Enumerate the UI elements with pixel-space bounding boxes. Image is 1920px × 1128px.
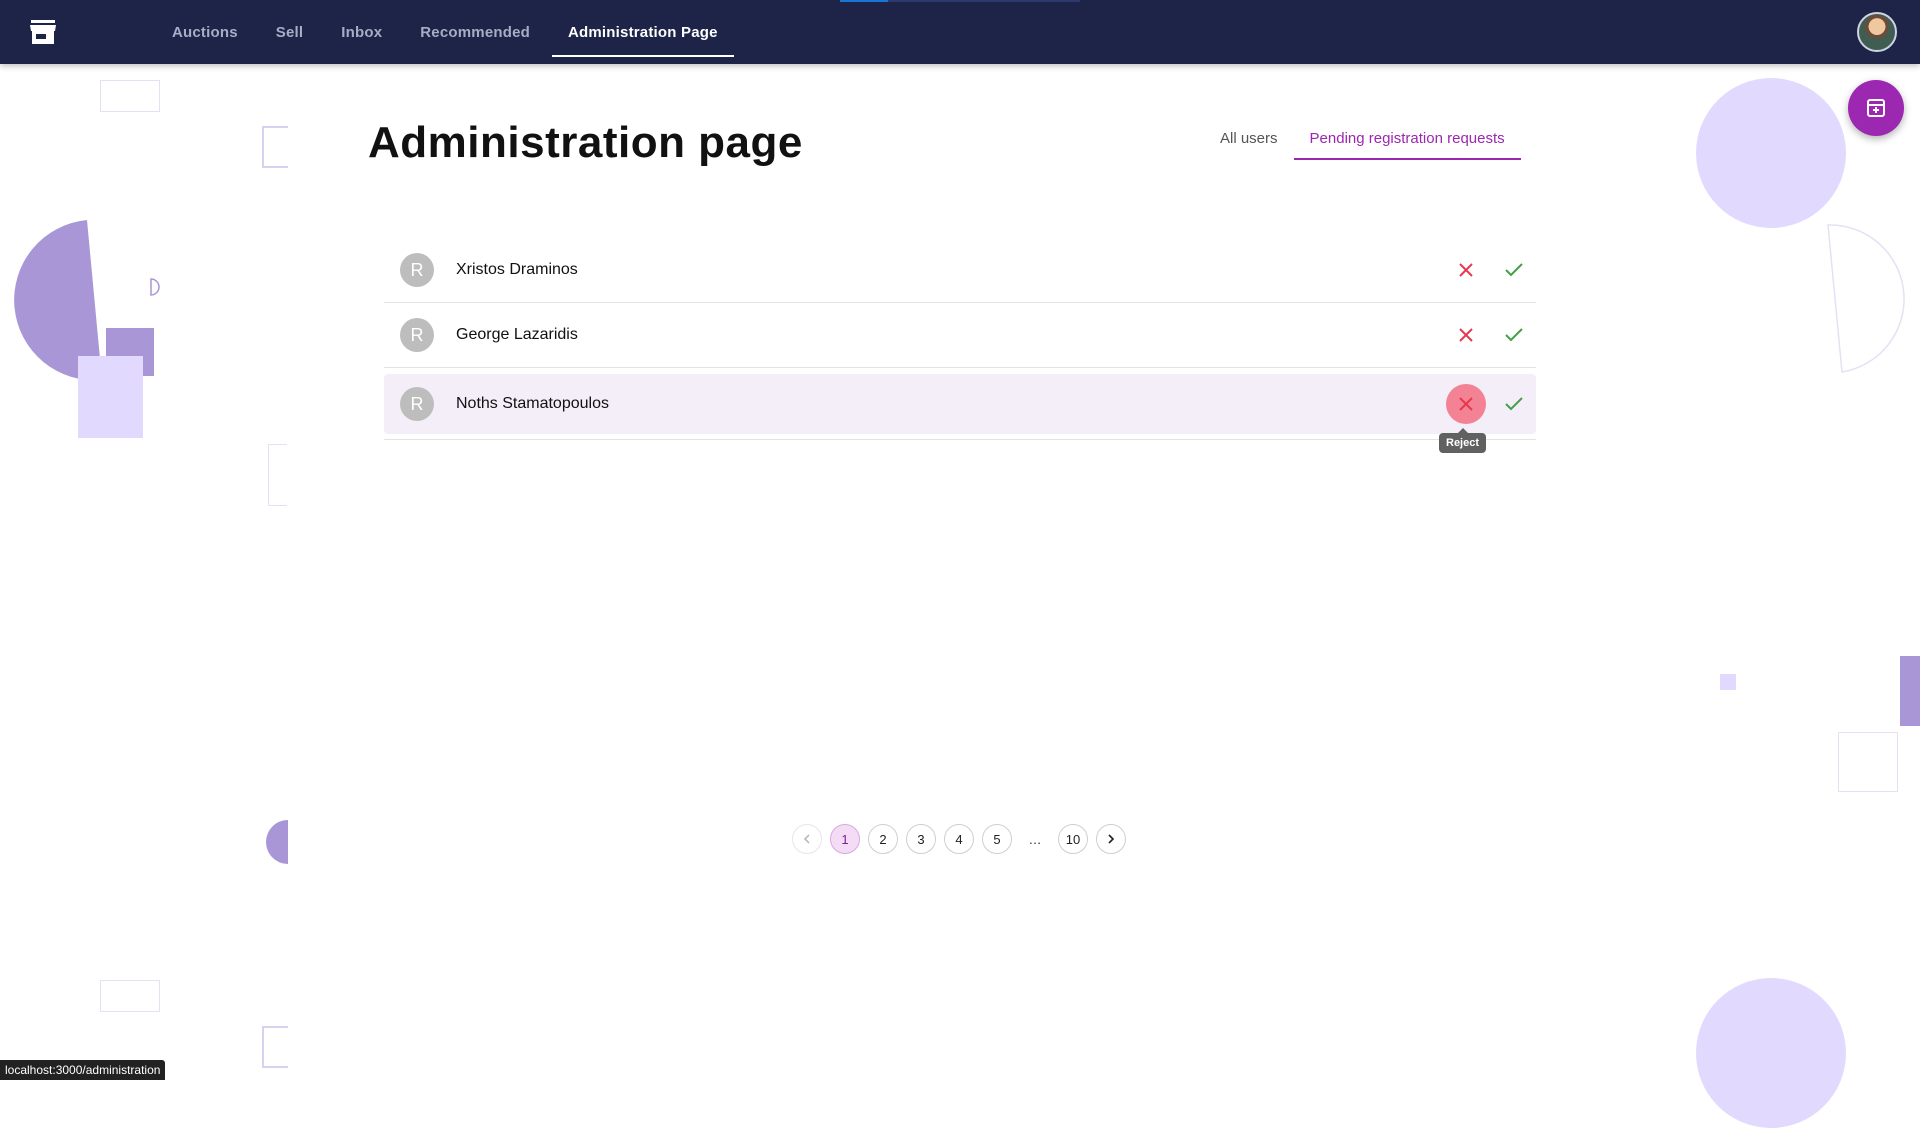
page-1-button[interactable]: 1 bbox=[830, 824, 860, 854]
decor-circle-bottom bbox=[1696, 978, 1846, 1128]
top-progress-accent bbox=[840, 0, 888, 2]
prev-page-button[interactable] bbox=[792, 824, 822, 854]
pagination: 1 2 3 4 5 … 10 bbox=[792, 824, 1134, 854]
next-page-button[interactable] bbox=[1096, 824, 1126, 854]
user-name: George Lazaridis bbox=[456, 326, 578, 343]
decor-rect-outline-2 bbox=[100, 980, 160, 1012]
status-url: localhost:3000/administration bbox=[0, 1060, 166, 1080]
check-icon bbox=[1505, 328, 1523, 342]
page-ellipsis: … bbox=[1028, 831, 1042, 847]
decor-rect-outline-3 bbox=[1838, 732, 1898, 792]
page-5-button[interactable]: 5 bbox=[982, 824, 1012, 854]
tab-pending-requests[interactable]: Pending registration requests bbox=[1293, 118, 1521, 160]
decor-tiny-square bbox=[1720, 674, 1736, 690]
decor-rect-outline bbox=[100, 80, 160, 112]
decor-bracket-3 bbox=[262, 1026, 288, 1068]
accept-button[interactable] bbox=[1494, 315, 1534, 355]
user-name: Xristos Draminos bbox=[456, 261, 578, 278]
reject-button[interactable] bbox=[1446, 250, 1486, 290]
app-bar: Auctions Sell Inbox Recommended Administ… bbox=[0, 0, 1920, 64]
decor-square-light bbox=[78, 356, 143, 438]
decor-bar-right bbox=[1900, 656, 1920, 726]
chevron-left-icon bbox=[803, 834, 810, 844]
divider bbox=[384, 439, 1536, 440]
admin-tabs: All users Pending registration requests bbox=[1204, 118, 1521, 162]
chevron-right-icon bbox=[1108, 834, 1115, 844]
nav-recommended[interactable]: Recommended bbox=[404, 0, 546, 64]
request-list: R Xristos Draminos R George Lazaridis R … bbox=[384, 238, 1536, 440]
decor-small-d bbox=[150, 278, 160, 296]
check-icon bbox=[1505, 397, 1523, 411]
tab-all-users[interactable]: All users bbox=[1204, 118, 1294, 158]
reject-tooltip: Reject bbox=[1439, 428, 1487, 453]
check-icon bbox=[1505, 263, 1523, 277]
page-2-button[interactable]: 2 bbox=[868, 824, 898, 854]
decor-circle-top bbox=[1696, 78, 1846, 228]
close-icon bbox=[1459, 263, 1473, 277]
page-last-button[interactable]: 10 bbox=[1058, 824, 1088, 854]
avatar: R bbox=[400, 253, 434, 287]
decor-bracket bbox=[262, 126, 288, 168]
reject-button[interactable] bbox=[1446, 384, 1486, 424]
add-box-icon bbox=[1867, 99, 1885, 117]
decor-half-circle-outline bbox=[1827, 224, 1905, 373]
nav-sell[interactable]: Sell bbox=[260, 0, 319, 64]
list-item: R Noths Stamatopoulos bbox=[384, 374, 1536, 434]
avatar: R bbox=[400, 318, 434, 352]
list-item: R Xristos Draminos bbox=[384, 238, 1536, 303]
user-name: Noths Stamatopoulos bbox=[456, 395, 609, 412]
fab-button[interactable] bbox=[1848, 80, 1904, 136]
main-nav: Auctions Sell Inbox Recommended Administ… bbox=[156, 0, 740, 64]
nav-administration[interactable]: Administration Page bbox=[552, 0, 734, 64]
reject-button[interactable] bbox=[1446, 315, 1486, 355]
accept-button[interactable] bbox=[1494, 384, 1534, 424]
close-icon bbox=[1459, 397, 1473, 411]
user-avatar[interactable] bbox=[1857, 12, 1897, 52]
accept-button[interactable] bbox=[1494, 250, 1534, 290]
nav-inbox[interactable]: Inbox bbox=[325, 0, 398, 64]
page-title: Administration page bbox=[368, 118, 803, 167]
avatar: R bbox=[400, 387, 434, 421]
close-icon bbox=[1459, 328, 1473, 342]
page-4-button[interactable]: 4 bbox=[944, 824, 974, 854]
list-item: R George Lazaridis bbox=[384, 303, 1536, 368]
decor-half-circle-small bbox=[266, 820, 288, 864]
storefront-icon[interactable] bbox=[29, 18, 57, 46]
page-3-button[interactable]: 3 bbox=[906, 824, 936, 854]
decor-bracket-2 bbox=[268, 444, 287, 506]
nav-auctions[interactable]: Auctions bbox=[156, 0, 254, 64]
